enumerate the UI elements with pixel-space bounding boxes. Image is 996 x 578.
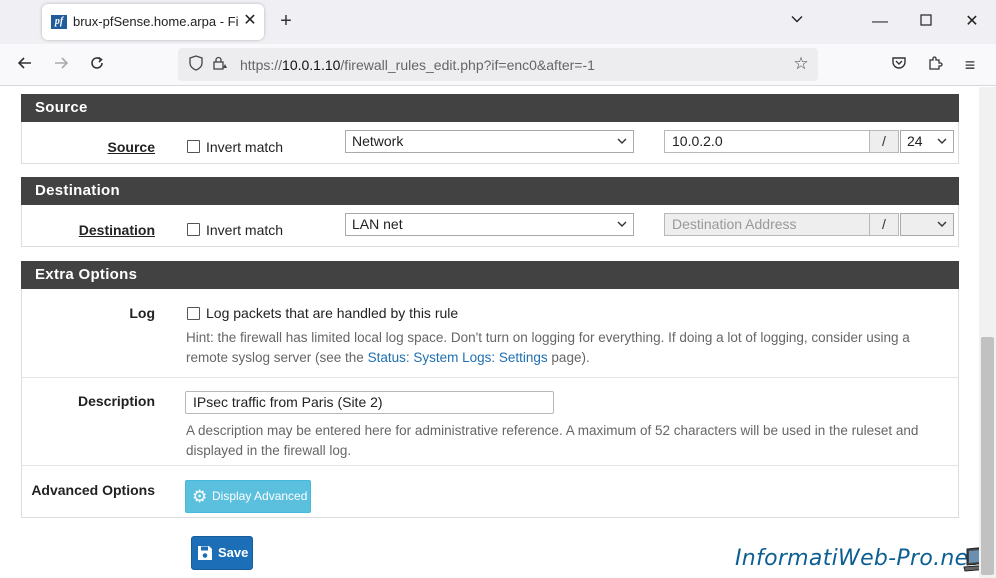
destination-type-select[interactable]: LAN net — [345, 213, 634, 236]
app-menu-hamburger-icon[interactable]: ≡ — [957, 52, 983, 78]
row-divider — [21, 465, 959, 466]
reload-icon[interactable] — [84, 52, 110, 78]
page-content: Source Source Invert match Network 10.0.… — [0, 87, 996, 578]
browser-tab[interactable]: pf brux-pfSense.home.arpa - Firewall: Ru… — [42, 4, 264, 40]
destination-invert-checkbox[interactable] — [187, 223, 200, 236]
watermark-text: InformatiWeb-Pro.net — [735, 546, 978, 571]
address-bar[interactable]: https://10.0.1.10/firewall_rules_edit.ph… — [178, 48, 818, 81]
source-address-input[interactable]: 10.0.2.0 — [664, 130, 870, 153]
log-checkbox[interactable] — [187, 307, 200, 320]
save-button[interactable]: Save — [191, 536, 253, 570]
chevron-down-icon — [937, 214, 947, 243]
floppy-disk-icon — [198, 546, 212, 560]
new-tab-plus-icon[interactable]: + — [275, 9, 297, 33]
log-label: Log — [129, 305, 155, 321]
minimize-window-icon[interactable]: — — [868, 10, 892, 34]
source-mask-select[interactable]: 24 — [900, 130, 954, 153]
source-invert-label: Invert match — [206, 139, 284, 155]
source-slash: / — [869, 130, 899, 153]
pfsense-favicon-icon: pf — [51, 15, 67, 29]
description-hint: A description may be entered here for ad… — [186, 423, 919, 458]
close-window-icon[interactable]: ✕ — [960, 10, 984, 34]
scrollbar-thumb[interactable] — [981, 337, 994, 575]
browser-tab-bar: pf brux-pfSense.home.arpa - Firewall: Ru… — [0, 0, 996, 44]
destination-address-input[interactable]: Destination Address — [664, 213, 870, 236]
log-hint: Hint: the firewall has limited local log… — [186, 330, 910, 365]
maximize-window-icon[interactable] — [914, 10, 938, 34]
destination-section-header: Destination — [21, 177, 959, 205]
forward-arrow-icon[interactable] — [48, 52, 74, 78]
lock-warning-icon[interactable] — [210, 55, 230, 75]
description-input[interactable]: IPsec traffic from Paris (Site 2) — [185, 391, 554, 414]
source-section-header: Source — [21, 94, 959, 122]
log-checkbox-label: Log packets that are handled by this rul… — [206, 305, 459, 321]
destination-label: Destination — [78, 222, 155, 238]
tab-title: brux-pfSense.home.arpa - Firewall: Rules… — [73, 14, 239, 29]
extra-options-section-header: Extra Options — [21, 261, 959, 289]
close-tab-icon[interactable]: ✕ — [241, 11, 259, 31]
source-invert-checkbox[interactable] — [187, 140, 200, 153]
browser-nav-bar: https://10.0.1.10/firewall_rules_edit.ph… — [0, 44, 996, 86]
source-type-select[interactable]: Network — [345, 130, 634, 153]
display-advanced-button[interactable]: ⚙ Display Advanced — [185, 480, 311, 513]
destination-slash: / — [869, 213, 899, 236]
tab-list-chevron-icon[interactable] — [785, 10, 809, 34]
destination-invert-label: Invert match — [206, 222, 284, 238]
advanced-options-label: Advanced Options — [31, 482, 155, 498]
pocket-icon[interactable] — [886, 52, 912, 78]
row-divider — [21, 377, 959, 378]
shield-icon[interactable] — [186, 55, 206, 75]
gear-icon: ⚙ — [192, 487, 208, 506]
description-label: Description — [77, 393, 155, 409]
destination-mask-select[interactable] — [900, 213, 954, 236]
page-scrollbar[interactable] — [979, 87, 996, 578]
chevron-down-icon — [617, 131, 627, 160]
url-text: https://10.0.1.10/firewall_rules_edit.ph… — [240, 57, 595, 73]
extensions-puzzle-icon[interactable] — [922, 52, 948, 78]
source-label: Source — [107, 139, 155, 155]
syslog-settings-link[interactable]: Status: System Logs: Settings — [368, 350, 548, 365]
bookmark-star-icon[interactable]: ☆ — [791, 54, 811, 74]
back-arrow-icon[interactable] — [12, 52, 38, 78]
chevron-down-icon — [617, 214, 627, 243]
chevron-down-icon — [937, 131, 947, 160]
